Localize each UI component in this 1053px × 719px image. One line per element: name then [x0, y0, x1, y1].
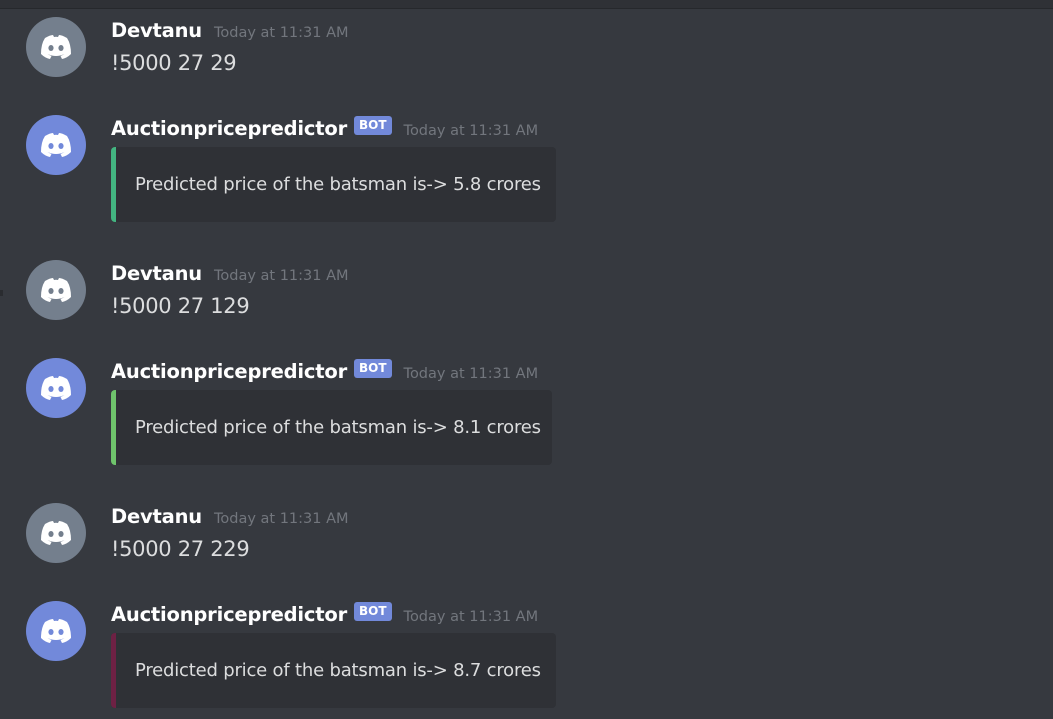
message-header: Devtanu Today at 11:31 AM — [111, 505, 349, 528]
embed-color-bar — [111, 633, 116, 708]
embed: Predicted price of the batsman is-> 5.8 … — [111, 147, 556, 222]
username[interactable]: Devtanu — [111, 19, 202, 42]
discord-logo-icon — [41, 278, 71, 302]
username[interactable]: Devtanu — [111, 505, 202, 528]
user-avatar[interactable] — [26, 503, 86, 563]
embed-color-bar — [111, 147, 116, 222]
scroll-edge-mark — [0, 290, 3, 296]
message-content: !5000 27 129 — [111, 294, 250, 318]
message-header: Auctionpricepredictor BOT Today at 11:31… — [111, 116, 539, 140]
bot-avatar[interactable] — [26, 358, 86, 418]
timestamp[interactable]: Today at 11:31 AM — [214, 511, 349, 527]
discord-logo-icon — [41, 619, 71, 643]
embed-text: Predicted price of the batsman is-> 5.8 … — [135, 174, 541, 195]
username[interactable]: Auctionpricepredictor — [111, 603, 347, 626]
message-header: Auctionpricepredictor BOT Today at 11:31… — [111, 359, 539, 383]
user-avatar[interactable] — [26, 17, 86, 77]
discord-logo-icon — [41, 133, 71, 157]
timestamp[interactable]: Today at 11:31 AM — [214, 25, 349, 41]
embed: Predicted price of the batsman is-> 8.7 … — [111, 633, 556, 708]
bot-badge: BOT — [354, 359, 392, 378]
bot-avatar[interactable] — [26, 115, 86, 175]
message-header: Auctionpricepredictor BOT Today at 11:31… — [111, 602, 539, 626]
username[interactable]: Auctionpricepredictor — [111, 117, 347, 140]
username[interactable]: Devtanu — [111, 262, 202, 285]
message-content: !5000 27 29 — [111, 51, 237, 75]
embed: Predicted price of the batsman is-> 8.1 … — [111, 390, 552, 465]
user-avatar[interactable] — [26, 260, 86, 320]
bot-avatar[interactable] — [26, 601, 86, 661]
discord-logo-icon — [41, 35, 71, 59]
discord-logo-icon — [41, 521, 71, 545]
timestamp[interactable]: Today at 11:31 AM — [404, 123, 539, 139]
discord-logo-icon — [41, 376, 71, 400]
message-header: Devtanu Today at 11:31 AM — [111, 262, 349, 285]
message-header: Devtanu Today at 11:31 AM — [111, 19, 349, 42]
message-content: !5000 27 229 — [111, 537, 250, 561]
timestamp[interactable]: Today at 11:31 AM — [404, 366, 539, 382]
embed-text: Predicted price of the batsman is-> 8.1 … — [135, 417, 541, 438]
bot-badge: BOT — [354, 602, 392, 621]
username[interactable]: Auctionpricepredictor — [111, 360, 347, 383]
embed-color-bar — [111, 390, 116, 465]
timestamp[interactable]: Today at 11:31 AM — [214, 268, 349, 284]
timestamp[interactable]: Today at 11:31 AM — [404, 609, 539, 625]
embed-text: Predicted price of the batsman is-> 8.7 … — [135, 660, 541, 681]
top-divider — [0, 0, 1053, 9]
bot-badge: BOT — [354, 116, 392, 135]
